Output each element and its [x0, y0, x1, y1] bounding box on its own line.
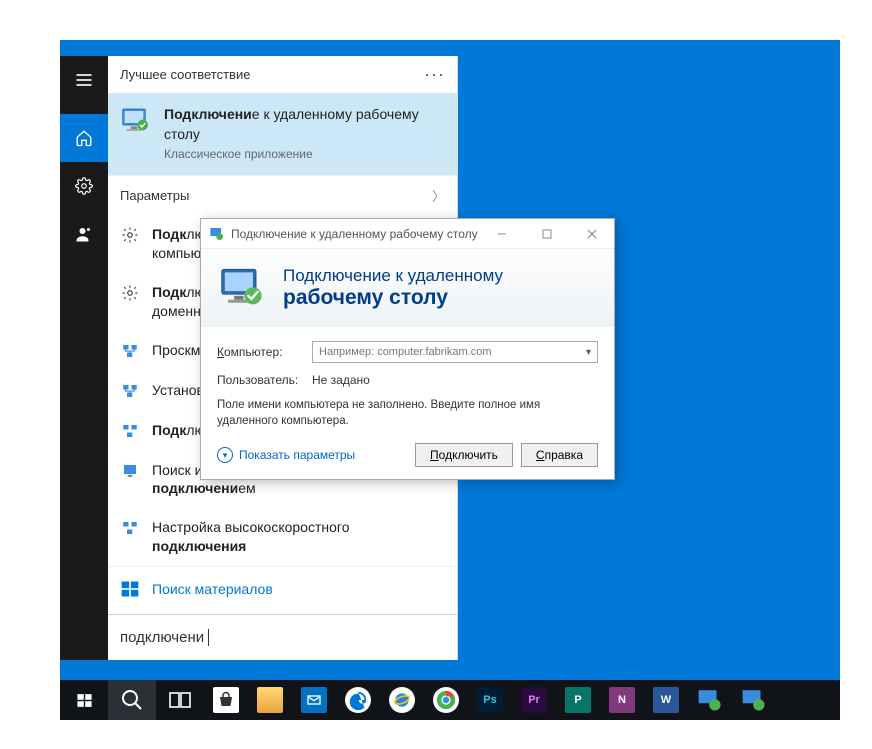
task-view-button[interactable] [156, 680, 204, 720]
taskbar-app-chrome[interactable] [424, 680, 468, 720]
rdp-title: Подключение к удаленному рабочему столу [231, 227, 479, 241]
store-search-label: Поиск материалов [152, 581, 273, 597]
rdp-hint: Поле имени компьютера не заполнено. Введ… [217, 397, 598, 429]
chevron-down-icon: ▾ [217, 447, 233, 463]
network-icon [120, 341, 140, 361]
search-header: Лучшее соответствие ··· [108, 56, 457, 93]
best-match-subtitle: Классическое приложение [164, 146, 445, 163]
maximize-button[interactable] [524, 219, 569, 248]
network-icon [120, 518, 140, 538]
troubleshoot-icon [120, 461, 140, 481]
show-options-link[interactable]: ▾ Показать параметры [217, 447, 407, 463]
start-button[interactable] [60, 680, 108, 720]
taskbar-app-photoshop[interactable]: Ps [468, 680, 512, 720]
rdp-banner: Подключение к удаленному рабочему столу [201, 249, 614, 327]
rdp-titlebar[interactable]: Подключение к удаленному рабочему столу [201, 219, 614, 249]
gear-icon [120, 225, 140, 245]
rdp-titlebar-icon [209, 226, 225, 242]
computer-label: Компьютер: [217, 345, 302, 359]
taskbar-app-publisher[interactable]: P [556, 680, 600, 720]
rail-settings[interactable] [60, 162, 108, 210]
taskbar-app-rdp1[interactable] [688, 680, 732, 720]
settings-section-header[interactable]: Параметры 〉 [108, 175, 457, 215]
rail-home[interactable] [60, 114, 108, 162]
search-input[interactable]: подключени [108, 614, 457, 660]
computer-combobox[interactable]: Например: computer.fabrikam.com ▾ [312, 341, 598, 363]
minimize-button[interactable] [479, 219, 524, 248]
taskbar-search[interactable] [108, 680, 156, 720]
best-match-label: Лучшее соответствие [120, 67, 424, 82]
taskbar-app-onenote[interactable]: N [600, 680, 644, 720]
best-match-item[interactable]: Подключение к удаленному рабочему столу … [108, 93, 457, 175]
rail-user[interactable] [60, 210, 108, 258]
rdp-banner-line1: Подключение к удаленному [283, 266, 503, 286]
taskbar-app-store[interactable] [204, 680, 248, 720]
computer-placeholder: Например: computer.fabrikam.com [319, 346, 492, 358]
start-menu-rail [60, 56, 108, 660]
best-match-title: Подключение к удаленному рабочему столу [164, 105, 445, 144]
taskbar-app-mail[interactable] [292, 680, 336, 720]
help-button[interactable]: Справка [521, 443, 598, 467]
rdp-banner-icon [217, 263, 267, 313]
taskbar-app-premiere[interactable]: Pr [512, 680, 556, 720]
taskbar-app-rdp2[interactable] [732, 680, 776, 720]
user-value: Не задано [312, 373, 370, 387]
taskbar-app-edge[interactable] [336, 680, 380, 720]
taskbar-app-word[interactable]: W [644, 680, 688, 720]
chevron-right-icon: 〉 [432, 186, 445, 205]
chevron-down-icon: ▾ [586, 347, 591, 358]
connect-button[interactable]: Подключить [415, 443, 513, 467]
hamburger-button[interactable] [60, 56, 108, 104]
more-icon[interactable]: ··· [424, 64, 445, 85]
taskbar: Ps Pr P N W [60, 680, 840, 720]
settings-item-6[interactable]: Настройка высокоскоростного подключения [108, 508, 457, 566]
taskbar-app-ie[interactable] [380, 680, 424, 720]
rdp-app-icon [120, 105, 152, 137]
windows-icon [120, 579, 140, 599]
store-search-item[interactable]: Поиск материалов [108, 566, 457, 611]
rdp-banner-line2: рабочему столу [283, 286, 503, 310]
gear-icon [120, 283, 140, 303]
close-button[interactable] [569, 219, 614, 248]
taskbar-app-explorer[interactable] [248, 680, 292, 720]
network-icon [120, 381, 140, 401]
network-icon [120, 421, 140, 441]
user-label: Пользователь: [217, 373, 302, 387]
rdp-dialog: Подключение к удаленному рабочему столу … [200, 218, 615, 480]
